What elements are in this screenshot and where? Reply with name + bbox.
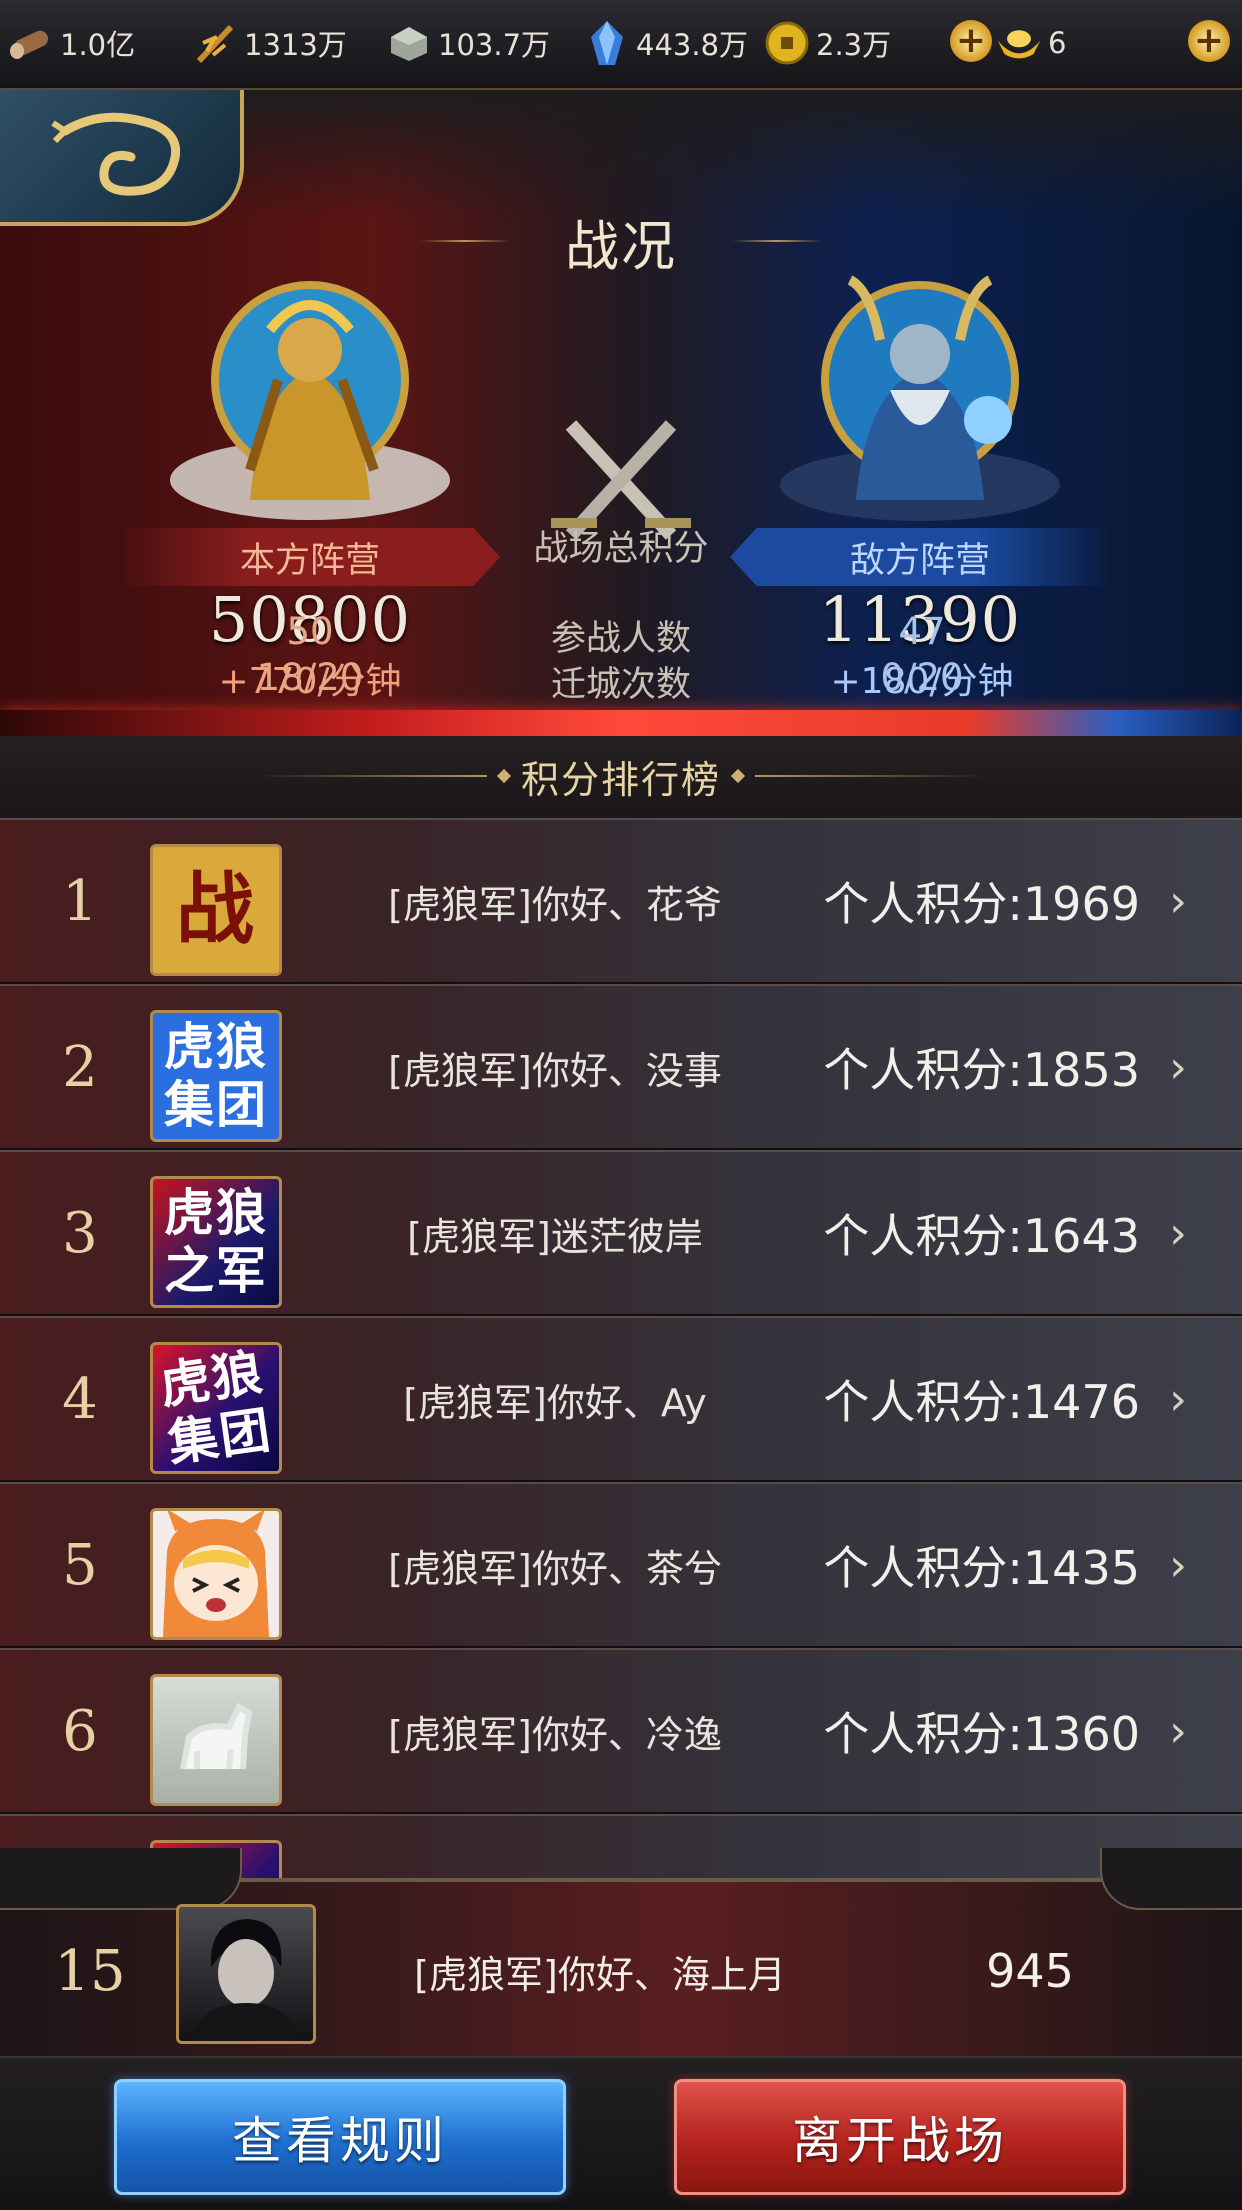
- player-name: [虎狼军]你好、花爷: [388, 882, 722, 927]
- dragon-icon: [51, 112, 181, 196]
- avatar[interactable]: 虎狼集团: [150, 1342, 282, 1474]
- total-score-label: 战场总积分: [533, 529, 709, 569]
- resource-coin: 2.3万: [764, 18, 891, 68]
- ranking-row[interactable]: 3 虎狼之军 [虎狼军]迷茫彼岸 个人积分:1643 ›: [0, 1150, 1242, 1316]
- resource-grain: 1313万: [192, 18, 347, 68]
- rank-number: 5: [62, 1532, 98, 1598]
- resource-crystal: 443.8万: [584, 18, 748, 68]
- chevron-right-icon[interactable]: ›: [1158, 1484, 1198, 1646]
- ranking-header: 积分排行榜: [0, 736, 1242, 816]
- person-icon: [193, 1919, 299, 2041]
- chevron-right-icon[interactable]: ›: [1158, 986, 1198, 1148]
- player-score: 个人积分:1360: [823, 1707, 1140, 1761]
- my-relocations: 18/20: [256, 656, 364, 699]
- avatar[interactable]: [150, 1674, 282, 1806]
- player-name: [虎狼军]你好、冷逸: [388, 1712, 722, 1757]
- chevron-right-icon[interactable]: ›: [1158, 1650, 1198, 1812]
- player-name: [虎狼军]你好、没事: [388, 1048, 722, 1093]
- gold-ingot-value: 6: [1048, 26, 1067, 60]
- gold-ingot-icon: [996, 20, 1042, 66]
- my-rank-number: 15: [54, 1938, 126, 2004]
- my-avatar[interactable]: [176, 1904, 316, 2044]
- leave-battlefield-button[interactable]: 离开战场: [674, 2079, 1126, 2195]
- resource-bar: 1.0亿 1313万 103.7万 443.8万 2.3万 + 6 +: [0, 0, 1242, 90]
- wood-value: 1.0亿: [60, 28, 136, 62]
- add-gold-button[interactable]: +: [1188, 20, 1230, 62]
- ranking-row[interactable]: 6 [虎狼军]你好、冷逸 个人积分:1360 ›: [0, 1648, 1242, 1814]
- wood-icon: [8, 20, 54, 66]
- resource-wood: 1.0亿: [8, 18, 135, 68]
- coin-value: 2.3万: [816, 28, 892, 62]
- my-rank-bar: 15 [虎狼军]你好、海上月 945: [0, 1848, 1242, 2060]
- player-name: [虎狼军]你好、茶兮: [388, 1546, 722, 1591]
- chevron-right-icon[interactable]: ›: [1158, 1152, 1198, 1314]
- crystal-icon: [584, 20, 630, 66]
- battle-overview: 战况 本方阵营 敌方阵营 50800 11390 战场总积分 +770/分钟 +…: [0, 90, 1242, 730]
- iron-value: 103.7万: [438, 28, 551, 62]
- player-score: 个人积分:1969: [823, 877, 1140, 931]
- rank-number: 1: [62, 868, 98, 934]
- enemy-participants: 47: [898, 610, 946, 653]
- player-name: [虎狼军]迷茫彼岸: [407, 1214, 703, 1259]
- enemy-camp-portrait: [760, 265, 1080, 535]
- bottom-bar: 查看规则 离开战场: [0, 2056, 1242, 2210]
- ranking-title: 积分排行榜: [520, 757, 721, 802]
- grain-icon: [192, 20, 238, 66]
- chevron-right-icon[interactable]: ›: [1158, 1318, 1198, 1480]
- rank-number: 6: [62, 1698, 98, 1764]
- avatar[interactable]: 虎狼之军: [150, 1176, 282, 1308]
- avatar[interactable]: 虎狼集团: [150, 1010, 282, 1142]
- my-camp-portrait: [150, 265, 470, 535]
- my-participants: 50: [286, 610, 334, 653]
- player-name: [虎狼军]你好、Ay: [403, 1380, 707, 1425]
- add-coin-button[interactable]: +: [950, 20, 992, 62]
- ranking-row[interactable]: 5 [虎狼军]你好、茶兮 个人积分:1435 ›: [0, 1482, 1242, 1648]
- player-score: 个人积分:1476: [823, 1375, 1140, 1429]
- participants-label: 参战人数: [550, 619, 691, 659]
- relocations-label: 迁城次数: [550, 665, 691, 705]
- my-score: 945: [986, 1944, 1074, 1998]
- my-name: [虎狼军]你好、海上月: [414, 1952, 786, 1997]
- enemy-camp-label: 敌方阵营: [730, 528, 1110, 586]
- rank-number: 3: [62, 1200, 98, 1266]
- my-camp-label: 本方阵营: [120, 528, 500, 586]
- chevron-right-icon[interactable]: ›: [1158, 820, 1198, 982]
- rank-number: 2: [62, 1034, 98, 1100]
- ranking-row[interactable]: 4 虎狼集团 [虎狼军]你好、Ay 个人积分:1476 ›: [0, 1316, 1242, 1482]
- resource-gold-ingot: 6: [996, 18, 1066, 68]
- ranking-list[interactable]: 1 战 [虎狼军]你好、花爷 个人积分:1969 › 2 虎狼集团 [虎狼军]你…: [0, 818, 1242, 1880]
- anime-character-icon: [163, 1511, 269, 1637]
- player-score: 个人积分:1435: [823, 1541, 1140, 1595]
- player-score: 个人积分:1853: [823, 1043, 1140, 1097]
- ranking-row[interactable]: 1 战 [虎狼军]你好、花爷 个人积分:1969 ›: [0, 818, 1242, 984]
- player-score: 个人积分:1643: [823, 1209, 1140, 1263]
- coin-icon: [764, 20, 810, 66]
- view-rules-button[interactable]: 查看规则: [114, 2079, 566, 2195]
- rank-number: 4: [62, 1366, 98, 1432]
- grain-value: 1313万: [244, 28, 347, 62]
- enemy-relocations: 0/20: [880, 656, 964, 699]
- avatar[interactable]: [150, 1508, 282, 1640]
- crystal-value: 443.8万: [636, 28, 749, 62]
- white-horse-icon: [180, 1702, 253, 1770]
- avatar[interactable]: 战: [150, 844, 282, 976]
- score-ratio-bar: [0, 710, 1242, 736]
- resource-iron: 103.7万: [386, 18, 550, 68]
- ranking-row[interactable]: 2 虎狼集团 [虎狼军]你好、没事 个人积分:1853 ›: [0, 984, 1242, 1150]
- iron-icon: [386, 20, 432, 66]
